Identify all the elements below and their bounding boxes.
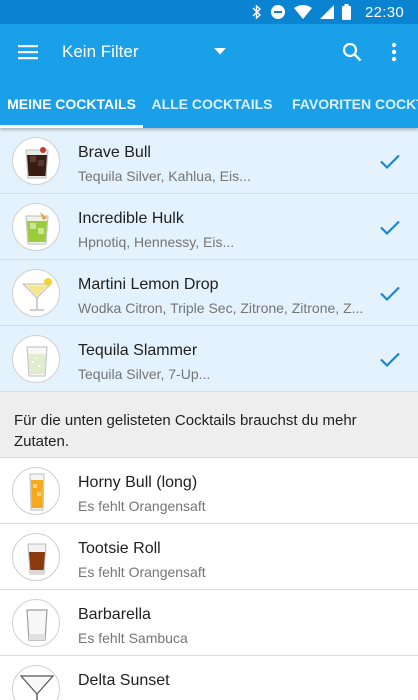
- cocktail-name: Horny Bull (long): [78, 474, 198, 491]
- bluetooth-icon: [252, 4, 262, 20]
- battery-icon: [341, 4, 351, 20]
- wifi-icon: [293, 5, 312, 19]
- check-icon: [380, 220, 400, 236]
- missing-ingredient: Es fehlt Orangensaft: [78, 498, 206, 514]
- cocktail-ingredients: Hpnotiq, Hennessy, Eis...: [78, 234, 235, 250]
- clear-lowball-glass-icon: [12, 335, 60, 383]
- cocktail-name: Delta Sunset: [78, 672, 170, 689]
- do-not-disturb-icon: [270, 4, 286, 20]
- menu-button[interactable]: [10, 34, 46, 70]
- cocktail-ingredients: Tequila Silver, Kahlua, Eis...: [78, 168, 251, 184]
- menu-icon: [18, 45, 38, 60]
- check-icon: [380, 352, 400, 368]
- list-item[interactable]: Tootsie Roll Es fehlt Orangensaft: [0, 524, 418, 590]
- dark-lowball-glass-icon: [12, 137, 60, 185]
- app-bar: Kein Filter: [0, 24, 418, 80]
- green-lowball-glass-icon: [12, 203, 60, 251]
- list-item[interactable]: Brave Bull Tequila Silver, Kahlua, Eis..…: [0, 128, 418, 194]
- list-item[interactable]: Incredible Hulk Hpnotiq, Hennessy, Eis..…: [0, 194, 418, 260]
- tab-indicator: [0, 125, 143, 128]
- cocktail-name: Martini Lemon Drop: [78, 276, 219, 293]
- tab-bar: MEINE COCKTAILS ALLE COCKTAILS FAVORITEN…: [0, 80, 418, 128]
- list-item[interactable]: Tequila Slammer Tequila Silver, 7-Up...: [0, 326, 418, 392]
- filter-label: Kein Filter: [62, 42, 139, 61]
- status-bar: 22:30: [0, 0, 418, 24]
- check-icon: [380, 286, 400, 302]
- cocktail-name: Tequila Slammer: [78, 342, 198, 359]
- search-icon: [342, 42, 362, 62]
- more-vert-icon: [391, 42, 397, 62]
- status-time: 22:30: [364, 3, 404, 21]
- empty-tumbler-icon: [12, 599, 60, 647]
- cocktail-ingredients: Wodka Citron, Triple Sec, Zitrone, Zitro…: [78, 300, 364, 316]
- missing-ingredient: Es fehlt Orangensaft: [78, 564, 206, 580]
- list-item[interactable]: Martini Lemon Drop Wodka Citron, Triple …: [0, 260, 418, 326]
- cocktail-name: Brave Bull: [78, 144, 151, 161]
- cocktail-name: Tootsie Roll: [78, 540, 161, 557]
- orange-highball-glass-icon: [12, 467, 60, 515]
- check-icon: [380, 154, 400, 170]
- martini-glass-icon: [12, 665, 60, 700]
- missing-ingredient: Es fehlt Sambuca: [78, 630, 188, 646]
- tab-meine-cocktails[interactable]: MEINE COCKTAILS: [0, 80, 143, 128]
- list-item[interactable]: Barbarella Es fehlt Sambuca: [0, 590, 418, 656]
- cocktail-name: Barbarella: [78, 606, 151, 623]
- list-item[interactable]: Horny Bull (long) Es fehlt Orangensaft: [0, 458, 418, 524]
- tab-favoriten-cocktails[interactable]: FAVORITEN COCKTAILS: [292, 80, 418, 128]
- list-item[interactable]: Delta Sunset: [0, 656, 418, 700]
- cocktail-ingredients: Tequila Silver, 7-Up...: [78, 366, 211, 382]
- more-options-button[interactable]: [378, 34, 410, 70]
- filter-dropdown[interactable]: Kein Filter: [62, 24, 238, 80]
- search-button[interactable]: [334, 34, 370, 70]
- cocktail-list: Brave Bull Tequila Silver, Kahlua, Eis..…: [0, 128, 418, 700]
- dropdown-caret-icon: [214, 48, 226, 55]
- martini-glass-icon: [12, 269, 60, 317]
- shot-glass-icon: [12, 533, 60, 581]
- missing-ingredients-info: Für die unten gelisteten Cocktails brauc…: [0, 392, 418, 458]
- cell-signal-icon: [319, 5, 334, 19]
- tab-alle-cocktails[interactable]: ALLE COCKTAILS: [143, 80, 281, 128]
- status-icons: 22:30: [252, 0, 404, 24]
- cocktail-name: Incredible Hulk: [78, 210, 184, 227]
